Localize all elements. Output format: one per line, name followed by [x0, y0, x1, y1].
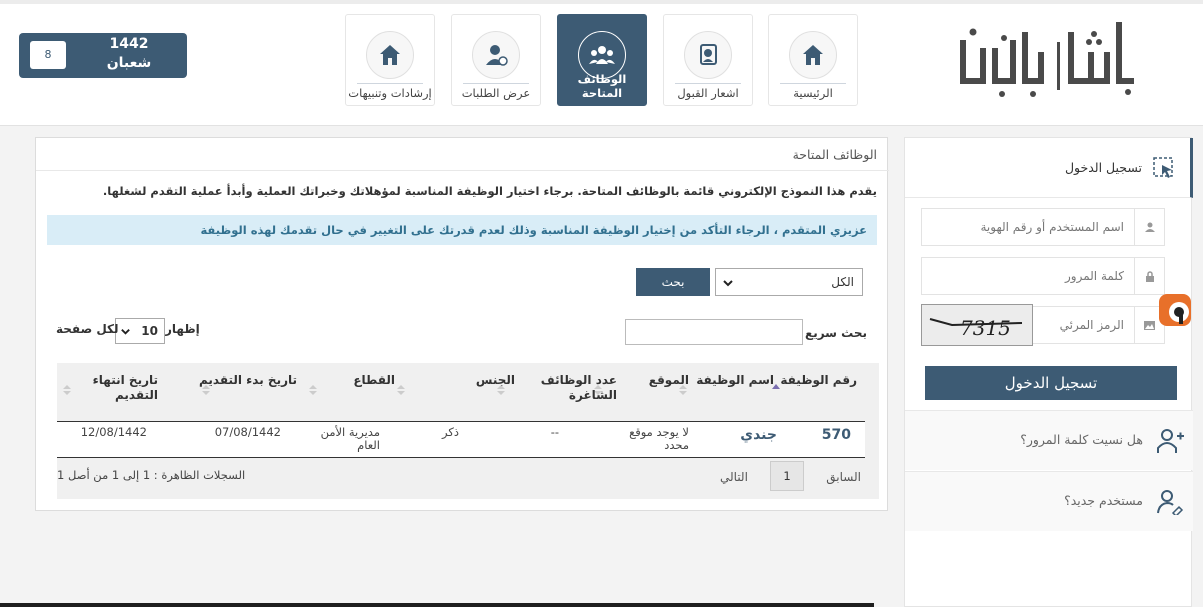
pagination-page[interactable]: 1: [770, 461, 804, 491]
col-job-number[interactable]: رقم الوظيفة: [777, 373, 857, 388]
nav-view-requests[interactable]: عرض الطلبات: [451, 14, 541, 106]
date-year: 1442: [109, 36, 149, 52]
captcha-placeholder: الرمز المرئي: [1059, 318, 1124, 332]
captcha-image: 7315: [921, 304, 1033, 346]
user-icon: [1135, 208, 1165, 246]
col-job-name[interactable]: اسم الوظيفة: [694, 373, 774, 388]
cell-job-name[interactable]: جندي: [740, 428, 777, 442]
forgot-password-label: هل نسيت كلمة المرور؟: [1020, 432, 1143, 447]
date-day: 8: [30, 41, 66, 69]
nav-guidelines[interactable]: إرشادات وتنبيهات: [345, 14, 435, 106]
captcha-text: 7315: [960, 316, 1011, 340]
cell-gender: ذكر: [442, 425, 459, 439]
nav-acceptance-notice[interactable]: اشعار القبول: [663, 14, 753, 106]
sort-icon[interactable]: [309, 383, 317, 397]
sort-icon[interactable]: [397, 383, 405, 397]
nav-available-jobs[interactable]: الوظائف المتاحة: [557, 14, 647, 106]
new-user-icon: [1157, 490, 1184, 515]
notice-text: عزيزي المتقدم ، الرجاء التأكد من إختيار …: [200, 223, 867, 237]
cell-job-number[interactable]: 570: [822, 428, 851, 442]
site-header: الرئيسية اشعار القبول الوظائف المتاحة عر…: [0, 4, 1203, 126]
col-sector[interactable]: القطاع: [335, 373, 395, 388]
records-info: السجلات الظاهرة : 1 إلى 1 من أصل 1: [57, 468, 246, 482]
login-title: تسجيل الدخول: [1064, 160, 1142, 175]
col-vacancies[interactable]: عدد الوظائف الشاغرة: [537, 373, 617, 403]
hijri-date-box: 8 1442 شعبان: [19, 33, 187, 78]
home-icon: [380, 45, 400, 65]
quick-search-label: بحث سريع :: [796, 326, 867, 340]
title-divider: [36, 170, 889, 171]
absher-tawzif-logo[interactable]: [958, 18, 1136, 104]
show-label: إظهار: [165, 322, 200, 336]
page-size-select[interactable]: 10: [115, 318, 165, 344]
login-button[interactable]: تسجيل الدخول: [925, 366, 1177, 400]
nav-acceptance-label: اشعار القبول: [664, 83, 752, 100]
user-add-icon: [1157, 429, 1184, 453]
login-cursor-icon: [1153, 157, 1173, 178]
available-jobs-panel: الوظائف المتاحة يقدم هذا النموذج الإلكتر…: [35, 137, 889, 511]
cell-start-date: 07/08/1442: [214, 425, 281, 439]
home-icon: [803, 45, 823, 65]
password-placeholder: كلمة المرور: [1064, 269, 1124, 283]
nav-guidelines-label: إرشادات وتنبيهات: [346, 83, 434, 100]
col-start-date[interactable]: تاريخ بدء التقديم: [197, 373, 297, 388]
cell-end-date: 12/08/1442: [80, 425, 147, 439]
page-size-value: 10: [141, 324, 158, 338]
cell-sector: مديرية الأمن العام: [320, 425, 380, 452]
nav-available-jobs-label: الوظائف المتاحة: [577, 72, 627, 100]
col-location[interactable]: الموقع: [629, 373, 689, 388]
new-user-link[interactable]: مستخدم جديد؟: [905, 471, 1193, 531]
info-notice: عزيزي المتقدم ، الرجاء التأكد من إختيار …: [47, 215, 877, 245]
filter-value: الكل: [831, 275, 854, 289]
sort-icon[interactable]: [202, 383, 210, 397]
table-row[interactable]: 570 جندي لا يوجد موقع محدد -- ذكر مديرية…: [57, 422, 865, 458]
bottom-bar: [0, 603, 874, 607]
jobs-table: رقم الوظيفة اسم الوظيفة الموقع عدد الوظا…: [57, 363, 879, 499]
username-field[interactable]: اسم المستخدم أو رقم الهوية: [921, 208, 1135, 246]
login-header: تسجيل الدخول: [905, 138, 1193, 198]
nav-view-requests-label: عرض الطلبات: [452, 83, 540, 100]
new-user-label: مستخدم جديد؟: [1064, 493, 1143, 508]
sort-icon[interactable]: [63, 383, 71, 397]
floating-logo-icon[interactable]: [1157, 290, 1197, 330]
user-requests-icon: [486, 45, 508, 66]
col-end-date[interactable]: تاريخ انتهاء التقديم: [78, 373, 158, 403]
chevron-down-icon: [121, 329, 130, 335]
per-page-label: لكل صفحة: [56, 322, 119, 336]
notice-icon: [700, 44, 717, 65]
panel-title: الوظائف المتاحة: [792, 147, 877, 162]
col-gender[interactable]: الجنس: [455, 373, 515, 388]
group-icon: [589, 46, 615, 64]
pagination-next[interactable]: التالي: [720, 470, 748, 484]
cell-vacancies: --: [550, 425, 559, 439]
nav-home-label: الرئيسية: [769, 83, 857, 100]
search-button[interactable]: بحث: [636, 268, 710, 296]
username-placeholder: اسم المستخدم أو رقم الهوية: [980, 220, 1124, 234]
intro-text: يقدم هذا النموذج الإلكتروني قائمة بالوظا…: [102, 184, 877, 198]
filter-select[interactable]: الكل: [715, 268, 863, 296]
login-panel: تسجيل الدخول اسم المستخدم أو رقم الهوية …: [904, 137, 1193, 607]
quick-search-input[interactable]: [625, 319, 803, 345]
date-month: شعبان: [106, 55, 152, 71]
nav-home[interactable]: الرئيسية: [768, 14, 858, 106]
captcha-field[interactable]: الرمز المرئي: [1033, 306, 1135, 344]
chevron-down-icon: [723, 280, 733, 287]
forgot-password-link[interactable]: هل نسيت كلمة المرور؟: [905, 410, 1193, 470]
pagination-prev[interactable]: السابق: [826, 470, 861, 484]
cell-location: لا يوجد موقع محدد: [629, 425, 689, 452]
password-field[interactable]: كلمة المرور: [921, 257, 1135, 295]
